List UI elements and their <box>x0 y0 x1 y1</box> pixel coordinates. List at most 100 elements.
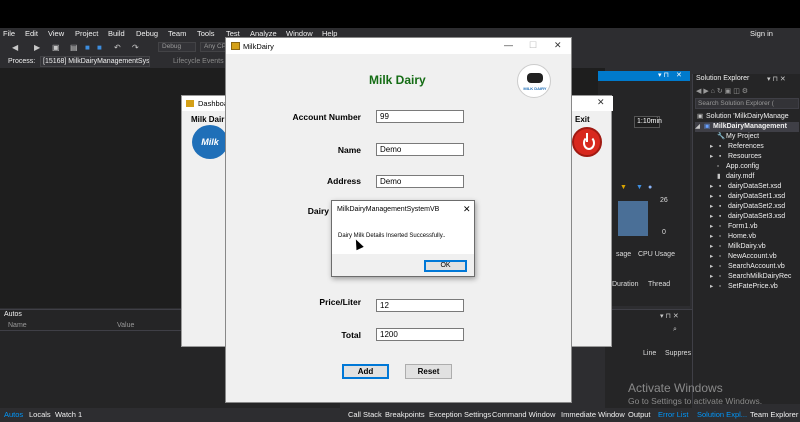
new-project-icon[interactable]: ▣ <box>52 43 60 52</box>
tree-item[interactable]: ▸ ▫ NewAccount.vb <box>710 252 777 262</box>
expand-icon[interactable]: ▸ <box>710 142 719 152</box>
close-icon[interactable]: ✕ <box>676 71 682 79</box>
tree-item[interactable]: ▸ ▪ Resources <box>710 152 761 162</box>
expand-icon[interactable]: ▸ <box>710 192 719 202</box>
menu-view[interactable]: View <box>48 29 64 38</box>
add-button[interactable]: Add <box>342 364 389 379</box>
total-input[interactable] <box>376 328 464 341</box>
pin-icon[interactable]: ▾ ⊓ ✕ <box>660 312 679 320</box>
tree-item[interactable]: ▸ ▫ SearchAccount.vb <box>710 262 785 272</box>
tab-exception-settings[interactable]: Exception Settings <box>429 410 491 419</box>
expand-icon[interactable]: ▸ <box>710 262 719 272</box>
expand-icon[interactable]: ▸ <box>710 152 719 162</box>
tree-item[interactable]: ▸ ▪ dairyDataSet3.xsd <box>710 212 785 222</box>
form-icon: ▫ <box>719 223 722 230</box>
tree-item[interactable]: ▸ ▪ References <box>710 142 764 152</box>
redo-icon[interactable]: ↷ <box>132 43 139 52</box>
expand-icon[interactable]: ▸ <box>710 232 719 242</box>
tree-item[interactable]: ▸ ▫ Home.vb <box>710 232 756 242</box>
search-icon[interactable]: ⌕ <box>673 326 677 334</box>
expand-icon[interactable]: ▸ <box>710 242 719 252</box>
solution-explorer-title: Solution Explorer <box>696 75 750 82</box>
expand-icon[interactable]: ▸ <box>710 222 719 232</box>
tree-item[interactable]: ▸ ▪ dairyDataSet2.xsd <box>710 202 785 212</box>
power-icon[interactable] <box>572 127 602 157</box>
pin-icon[interactable]: ▾ ⊓ <box>658 71 669 79</box>
config-combo[interactable]: Debug <box>158 42 196 52</box>
event-marker-icon: ▼ <box>636 184 643 191</box>
message-box: MilkDairyManagementSystemVB ✕ Dairy Milk… <box>331 200 475 277</box>
expand-icon[interactable]: ◢ <box>695 122 704 132</box>
account-number-input[interactable] <box>376 110 464 123</box>
tab-autos[interactable]: Autos <box>4 410 23 419</box>
process-combo[interactable]: [15168] MilkDairyManagementSys <box>40 56 150 67</box>
close-icon[interactable]: ✕ <box>463 204 471 215</box>
name-label: Name <box>337 145 361 155</box>
menu-edit[interactable]: Edit <box>25 29 38 38</box>
menu-debug[interactable]: Debug <box>136 29 158 38</box>
solution-toolbar-icons[interactable]: ◀ ▶ ⌂ ↻ ▣ ◫ ⚙ <box>696 87 748 95</box>
menu-tools[interactable]: Tools <box>197 29 215 38</box>
back-icon[interactable]: ◀ <box>12 43 18 52</box>
tab-error-list[interactable]: Error List <box>658 410 688 419</box>
cpu-usage-tab[interactable]: CPU Usage <box>638 251 675 258</box>
tree-item[interactable]: ▸ ▫ MilkDairy.vb <box>710 242 766 252</box>
sign-in-link[interactable]: Sign in <box>750 29 773 38</box>
tab-immediate-window[interactable]: Immediate Window <box>561 410 625 419</box>
expand-icon[interactable]: ▸ <box>710 202 719 212</box>
lifecycle-events[interactable]: Lifecycle Events <box>173 58 224 65</box>
expand-icon[interactable]: ▸ <box>710 252 719 262</box>
menu-build[interactable]: Build <box>108 29 125 38</box>
close-icon[interactable]: ✕ <box>597 97 605 108</box>
tab-watch[interactable]: Watch 1 <box>55 410 82 419</box>
tab-locals[interactable]: Locals <box>29 410 51 419</box>
tab-output[interactable]: Output <box>628 410 651 419</box>
tree-item[interactable]: ▸ ▫ SetFatePrice.vb <box>710 282 778 292</box>
line-column: Line <box>643 350 657 357</box>
expand-icon[interactable]: ▸ <box>710 212 719 222</box>
tree-item-solution[interactable]: ▣ Solution 'MilkDairyManage <box>697 112 800 122</box>
tree-item-project[interactable]: ◢ ▣ MilkDairyManagement <box>695 122 799 132</box>
close-icon[interactable]: ✕ <box>554 40 562 51</box>
save-icon[interactable]: ■ <box>85 43 90 52</box>
ok-button[interactable]: OK <box>424 260 467 272</box>
solution-search-input[interactable]: Search Solution Explorer ( <box>695 98 799 109</box>
diagnostic-titlebar: ▾ ⊓ ✕ <box>598 71 690 81</box>
menu-project[interactable]: Project <box>75 29 98 38</box>
tab-breakpoints[interactable]: Breakpoints <box>385 410 425 419</box>
account-number-label: Account Number <box>292 112 361 122</box>
tab-command-window[interactable]: Command Window <box>492 410 555 419</box>
tree-item[interactable]: ▸ ▫ SearchMilkDairyRec <box>710 272 800 282</box>
tree-item[interactable]: ▸ ▪ dairyDataSet1.xsd <box>710 192 785 202</box>
tree-item[interactable]: 🔧My Project <box>717 132 759 142</box>
undo-icon[interactable]: ↶ <box>114 43 121 52</box>
name-input[interactable] <box>376 143 464 156</box>
price-per-liter-input[interactable] <box>376 299 464 312</box>
milk-dairy-titlebar[interactable]: MilkDairy — ☐ ✕ <box>226 38 571 54</box>
pin-icon[interactable]: ▾ ⊓ ✕ <box>767 75 786 83</box>
autos-value-column[interactable]: Value <box>117 322 134 329</box>
maximize-icon[interactable]: ☐ <box>529 40 537 51</box>
address-input[interactable] <box>376 175 464 188</box>
save-all-icon[interactable]: ■ <box>97 43 102 52</box>
expand-icon[interactable]: ▸ <box>710 282 719 292</box>
tab-call-stack[interactable]: Call Stack <box>348 410 382 419</box>
menu-file[interactable]: File <box>3 29 15 38</box>
expand-icon[interactable]: ▸ <box>710 272 719 282</box>
autos-name-column[interactable]: Name <box>8 322 27 329</box>
solution-explorer: Solution Explorer ▾ ⊓ ✕ ◀ ▶ ⌂ ↻ ▣ ◫ ⚙ Se… <box>692 74 800 404</box>
menu-team[interactable]: Team <box>168 29 186 38</box>
memory-usage-tab[interactable]: sage <box>616 251 631 258</box>
open-icon[interactable]: ▤ <box>70 43 78 52</box>
minimize-icon[interactable]: — <box>504 40 513 50</box>
tree-item[interactable]: ▸ ▫ Form1.vb <box>710 222 758 232</box>
tree-item[interactable]: ▫ App.config <box>717 162 759 172</box>
tab-solution-explorer[interactable]: Solution Expl... <box>697 410 747 419</box>
expand-icon[interactable]: ▸ <box>710 182 719 192</box>
tree-item[interactable]: ▸ ▪ dairyDataSet.xsd <box>710 182 781 192</box>
tree-item[interactable]: ▮ dairy.mdf <box>717 172 754 182</box>
reset-button[interactable]: Reset <box>405 364 452 379</box>
forward-icon[interactable]: ▶ <box>34 43 40 52</box>
tab-team-explorer[interactable]: Team Explorer <box>750 410 798 419</box>
platform-combo[interactable]: Any CPU <box>200 42 226 52</box>
